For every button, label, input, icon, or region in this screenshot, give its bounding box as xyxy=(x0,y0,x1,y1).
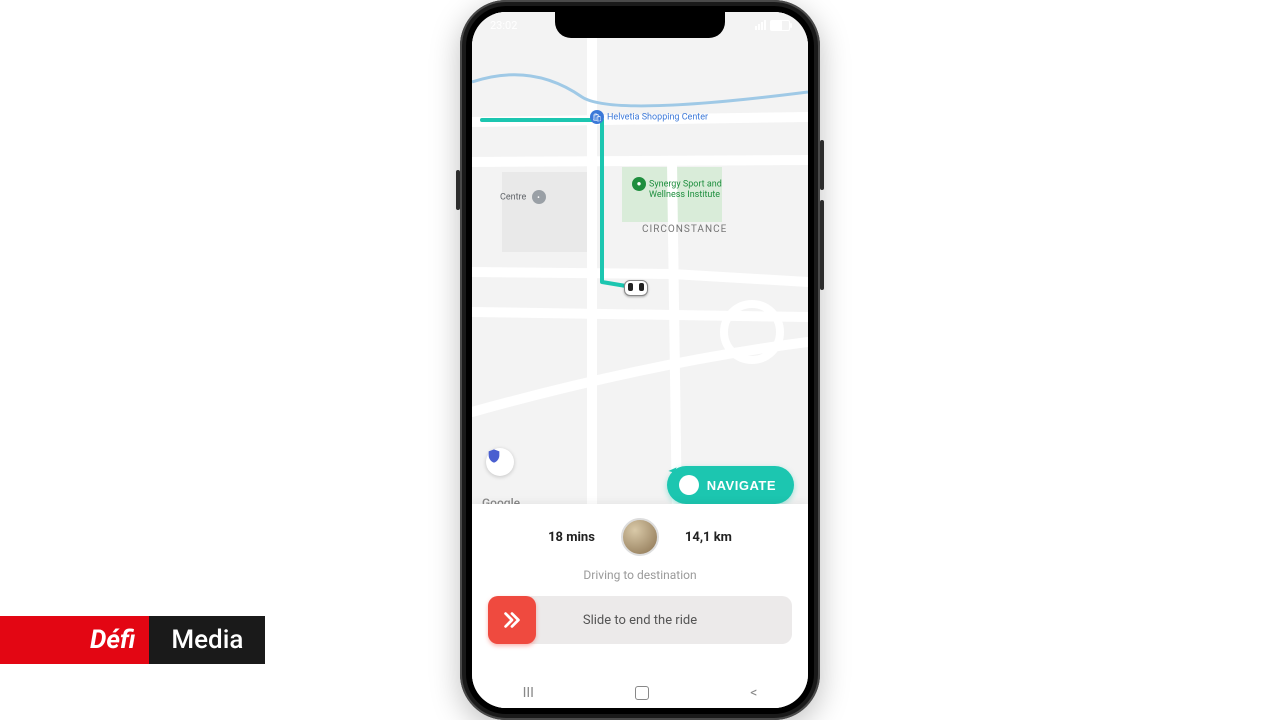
side-button xyxy=(820,140,824,190)
end-ride-slider[interactable]: Slide to end the ride xyxy=(488,596,792,644)
trip-duration: 18 mins xyxy=(548,530,595,545)
navigate-icon xyxy=(679,475,699,495)
map-view[interactable]: 🛍Helvetia Shopping Center Centre • ●Syne… xyxy=(472,12,808,518)
map-poi-centre[interactable]: Centre • xyxy=(500,190,549,204)
navigate-label: NAVIGATE xyxy=(707,478,776,493)
android-nav-bar: III < xyxy=(472,678,808,708)
trip-status: Driving to destination xyxy=(583,568,696,582)
nav-recent-icon[interactable]: III xyxy=(523,685,534,701)
trip-distance: 14,1 km xyxy=(685,530,732,545)
slider-label: Slide to end the ride xyxy=(536,613,792,628)
watermark-part1: Défi xyxy=(90,625,135,655)
nav-back-icon[interactable]: < xyxy=(750,685,757,701)
screen: 23:02 xyxy=(472,12,808,708)
battery-icon xyxy=(770,20,790,31)
nav-home-icon[interactable] xyxy=(635,686,649,700)
watermark-part2: Media xyxy=(171,625,243,655)
trip-summary-row: 18 mins 14,1 km xyxy=(548,518,732,556)
passenger-avatar[interactable] xyxy=(621,518,659,556)
trip-panel: 18 mins 14,1 km Driving to destination S… xyxy=(472,504,808,708)
map-poi-shopping[interactable]: 🛍Helvetia Shopping Center xyxy=(590,110,708,124)
navigate-button[interactable]: NAVIGATE xyxy=(667,466,794,504)
side-button xyxy=(456,170,460,210)
car-marker-icon xyxy=(624,280,648,296)
map-poi-sport[interactable]: ●Synergy Sport and Wellness Institute xyxy=(632,177,722,201)
notch xyxy=(555,12,725,38)
status-time: 23:02 xyxy=(490,19,517,32)
watermark-logo: Défi Media xyxy=(0,616,265,664)
map-district-label: CIRCONSTANCE xyxy=(642,224,727,235)
shield-icon xyxy=(486,448,502,464)
phone-frame: 23:02 xyxy=(460,0,820,720)
safety-shield-button[interactable] xyxy=(486,448,514,476)
chevrons-right-icon xyxy=(501,609,523,631)
side-button xyxy=(820,200,824,290)
signal-icon xyxy=(755,20,766,30)
slider-knob[interactable] xyxy=(488,596,536,644)
map-roads xyxy=(472,12,808,518)
